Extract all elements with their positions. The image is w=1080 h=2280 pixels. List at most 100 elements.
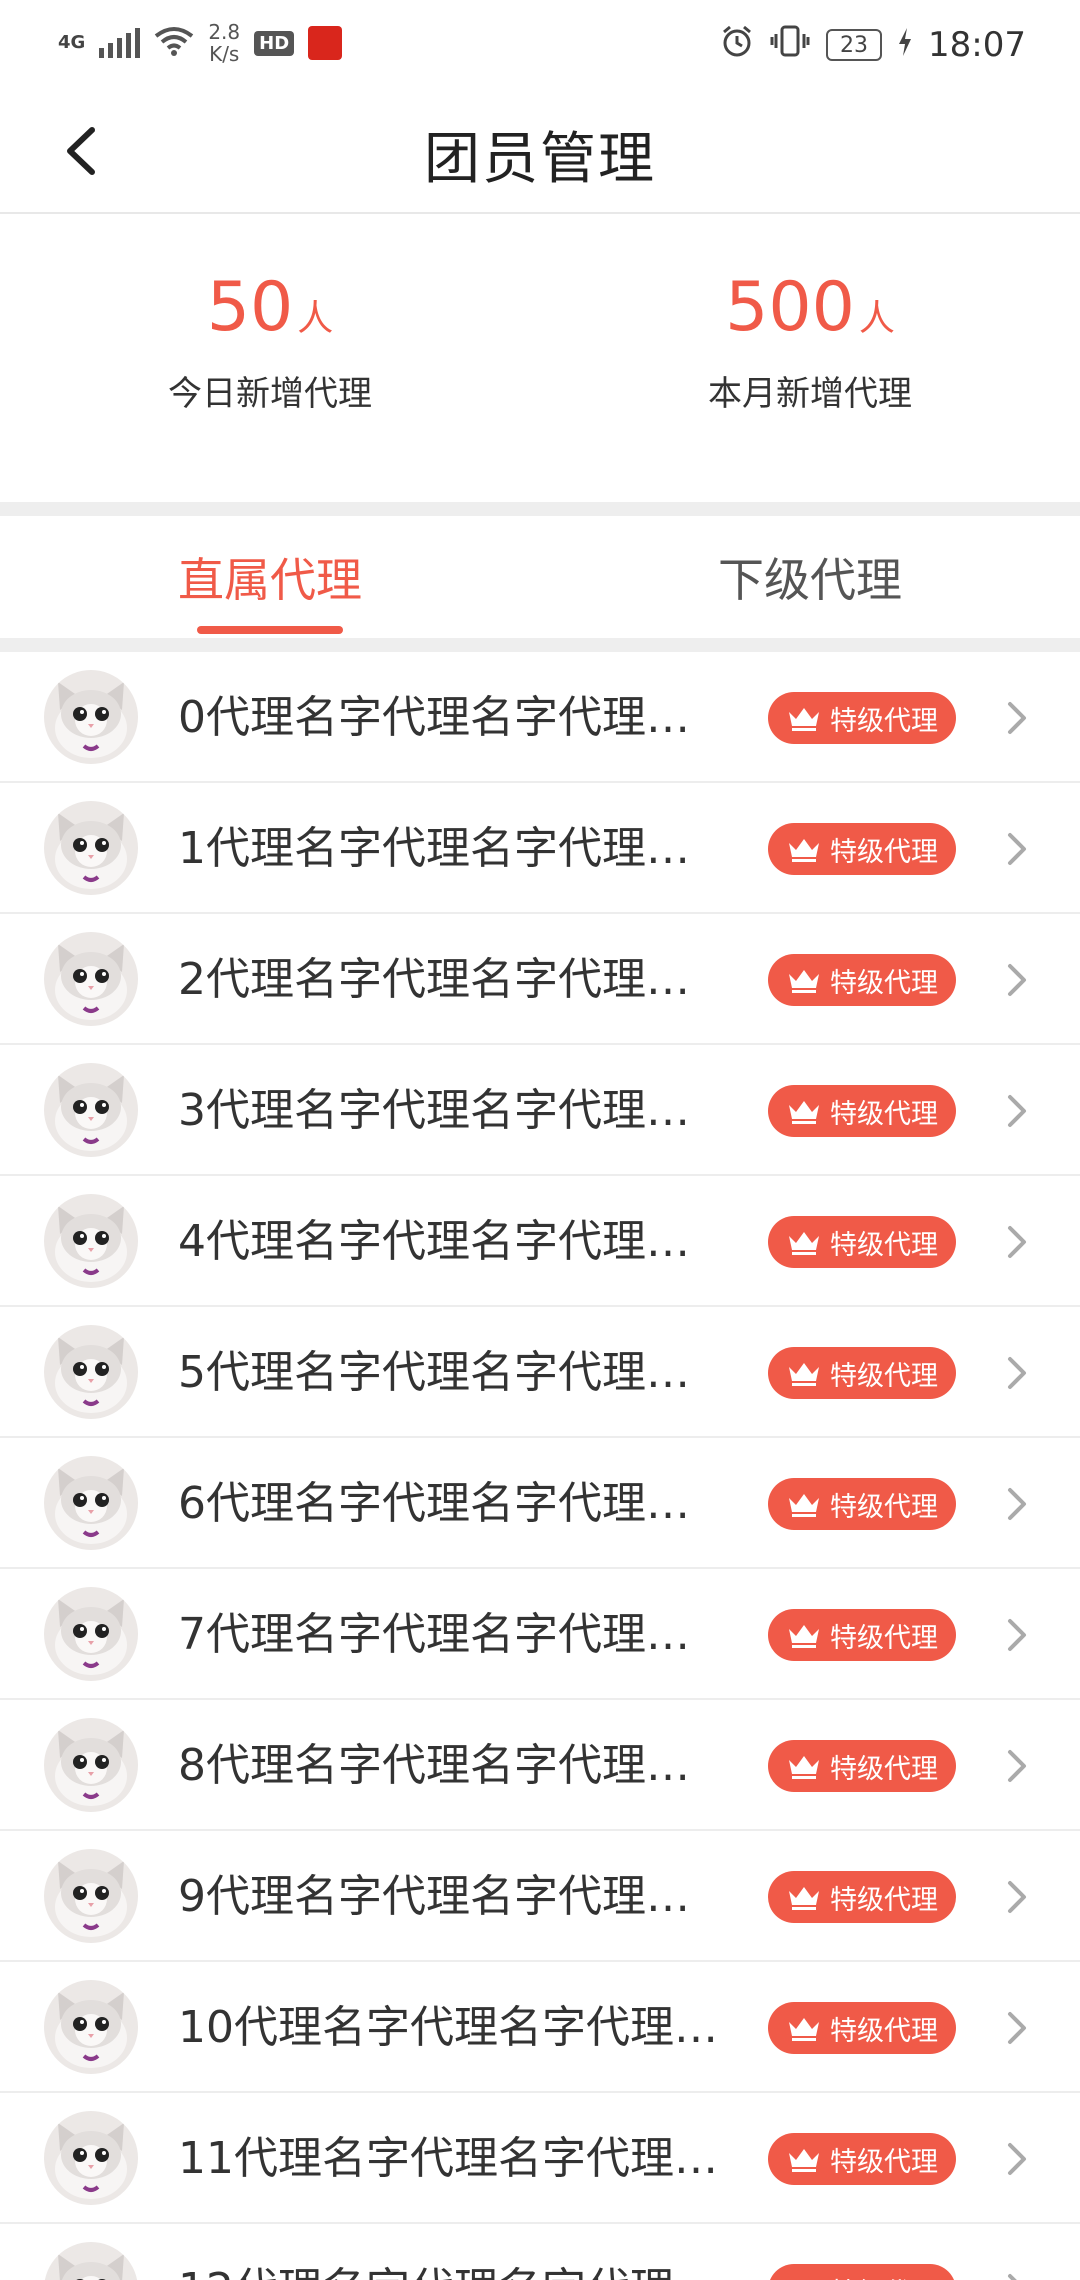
- level-badge: 特级代理: [768, 823, 956, 875]
- chevron-right-icon: [1008, 1226, 1026, 1258]
- level-badge: 特级代理: [768, 1740, 956, 1792]
- list-item[interactable]: 0代理名字代理名字代理名字 特级代理: [0, 652, 1080, 783]
- chevron-right-icon: [1008, 702, 1026, 734]
- crown-icon: [789, 1363, 819, 1386]
- agent-name: 4代理名字代理名字代理名字: [178, 1216, 724, 1267]
- crown-icon: [789, 2018, 819, 2041]
- wifi-icon: [154, 26, 194, 60]
- stat-month: 500 人 本月新增代理: [540, 216, 1080, 502]
- list-item[interactable]: 3代理名字代理名字代理名字 特级代理: [0, 1045, 1080, 1176]
- network-speed: 2.8 K/s: [208, 21, 240, 65]
- avatar: [44, 1456, 138, 1550]
- network-type: 4G: [58, 32, 86, 53]
- stat-today-label: 今日新增代理: [168, 374, 372, 414]
- level-badge: 特级代理: [768, 1478, 956, 1530]
- avatar: [44, 801, 138, 895]
- clock-time: 18:07: [928, 25, 1026, 65]
- crown-icon: [789, 2149, 819, 2172]
- battery-icon: 23: [826, 29, 883, 61]
- speed-unit: K/s: [209, 42, 240, 66]
- avatar: [44, 2242, 138, 2280]
- crown-icon: [789, 1101, 819, 1124]
- crown-icon: [786, 2275, 822, 2280]
- agent-name: 5代理名字代理名字代理名字: [178, 1347, 724, 1398]
- crown-icon: [789, 1887, 819, 1910]
- level-badge-label: 特级代理: [830, 1098, 938, 1130]
- agent-name: 8代理名字代理名字代理名字: [178, 1740, 724, 1791]
- avatar: [44, 1849, 138, 1943]
- tab-sub-agents[interactable]: 下级代理: [540, 516, 1080, 638]
- agent-name: 6代理名字代理名字代理名字: [178, 1478, 724, 1529]
- level-badge: 特级代理: [768, 1085, 956, 1137]
- stat-month-value-row: 500 人: [725, 272, 895, 344]
- level-badge: 特级代理: [768, 2002, 956, 2054]
- agent-name: 9代理名字代理名字代理名字: [178, 1871, 724, 1922]
- agent-name: 7代理名字代理名字代理名字: [178, 1609, 724, 1660]
- list-item[interactable]: 2代理名字代理名字代理名字 特级代理: [0, 914, 1080, 1045]
- status-left: 4G 2.8 K/s HD: [58, 18, 343, 68]
- level-badge-label: 特级代理: [830, 1360, 938, 1392]
- level-badge-label: 特级代理: [830, 1884, 938, 1916]
- chevron-right-icon: [1008, 1750, 1026, 1782]
- avatar: [44, 932, 138, 1026]
- tab-direct-agents-label: 直属代理: [178, 553, 362, 607]
- stats-summary: 50 人 今日新增代理 500 人 本月新增代理: [0, 216, 1080, 502]
- list-item[interactable]: 11代理名字代理名字代理名字 特级代理: [0, 2093, 1080, 2224]
- level-badge-label: 特级代理: [830, 2271, 938, 2280]
- list-item[interactable]: 4代理名字代理名字代理名字 特级代理: [0, 1176, 1080, 1307]
- chevron-right-icon: [1008, 1881, 1026, 1913]
- tab-sub-agents-label: 下级代理: [718, 553, 902, 607]
- speed-value: 2.8: [208, 20, 241, 44]
- list-item[interactable]: 12代理名字代理名字代理名字 特级代理: [0, 2224, 1080, 2280]
- stat-month-value: 500: [725, 268, 855, 347]
- level-badge-label: 特级代理: [830, 967, 938, 999]
- list-item[interactable]: 7代理名字代理名字代理名字 特级代理: [0, 1569, 1080, 1700]
- tab-direct-agents[interactable]: 直属代理: [0, 516, 540, 638]
- level-badge-label: 特级代理: [830, 1229, 938, 1261]
- agent-name: 11代理名字代理名字代理名字: [178, 2133, 724, 2184]
- avatar: [44, 1718, 138, 1812]
- stat-today-unit: 人: [297, 298, 334, 339]
- stat-month-label: 本月新增代理: [708, 374, 912, 414]
- chevron-right-icon: [1008, 1357, 1026, 1389]
- agent-name: 12代理名字代理名字代理名字: [178, 2224, 724, 2280]
- list-item[interactable]: 5代理名字代理名字代理名字 特级代理: [0, 1307, 1080, 1438]
- level-badge: 特级代理: [768, 954, 956, 1006]
- list-item[interactable]: 6代理名字代理名字代理名字 特级代理: [0, 1438, 1080, 1569]
- agent-tabs: 直属代理 下级代理: [0, 516, 1080, 638]
- avatar: [44, 2111, 138, 2205]
- list-item[interactable]: 1代理名字代理名字代理名字 特级代理: [0, 783, 1080, 914]
- chevron-right-icon: [1008, 2143, 1026, 2175]
- chevron-right-icon: [1008, 964, 1026, 996]
- vibrate-icon: [770, 24, 810, 67]
- stat-today-value-row: 50 人: [207, 272, 334, 344]
- level-badge-label: 特级代理: [830, 1622, 938, 1654]
- avatar: [44, 1587, 138, 1681]
- list-item[interactable]: 8代理名字代理名字代理名字 特级代理: [0, 1700, 1080, 1831]
- avatar: [44, 1980, 138, 2074]
- list-item[interactable]: 10代理名字代理名字代理名字 特级代理: [0, 1962, 1080, 2093]
- agent-name: 2代理名字代理名字代理名字: [178, 954, 724, 1005]
- list-item[interactable]: 9代理名字代理名字代理名字 特级代理: [0, 1831, 1080, 1962]
- status-bar: 4G 2.8 K/s HD 23 18:07: [0, 0, 1080, 92]
- nav-header: 团员管理: [0, 92, 1080, 214]
- page-title: 团员管理: [424, 127, 656, 192]
- status-right: 23 18:07: [720, 22, 1026, 68]
- level-badge-label: 特级代理: [830, 2015, 938, 2047]
- agent-name: 0代理名字代理名字代理名字: [178, 692, 724, 743]
- stat-month-unit: 人: [858, 298, 895, 339]
- chevron-right-icon: [1008, 2012, 1026, 2044]
- avatar: [44, 1194, 138, 1288]
- chevron-right-icon: [1008, 833, 1026, 865]
- level-badge-label: 特级代理: [830, 705, 938, 737]
- crown-icon: [789, 708, 819, 731]
- active-tab-indicator: [197, 626, 343, 634]
- stat-today: 50 人 今日新增代理: [0, 216, 540, 502]
- level-badge-label: 特级代理: [830, 836, 938, 868]
- level-badge-label: 特级代理: [830, 1491, 938, 1523]
- alarm-icon: [720, 24, 754, 67]
- section-divider: [0, 638, 1080, 652]
- stat-today-value: 50: [206, 268, 294, 347]
- crown-icon: [789, 1756, 819, 1779]
- level-badge-label: 特级代理: [830, 1753, 938, 1785]
